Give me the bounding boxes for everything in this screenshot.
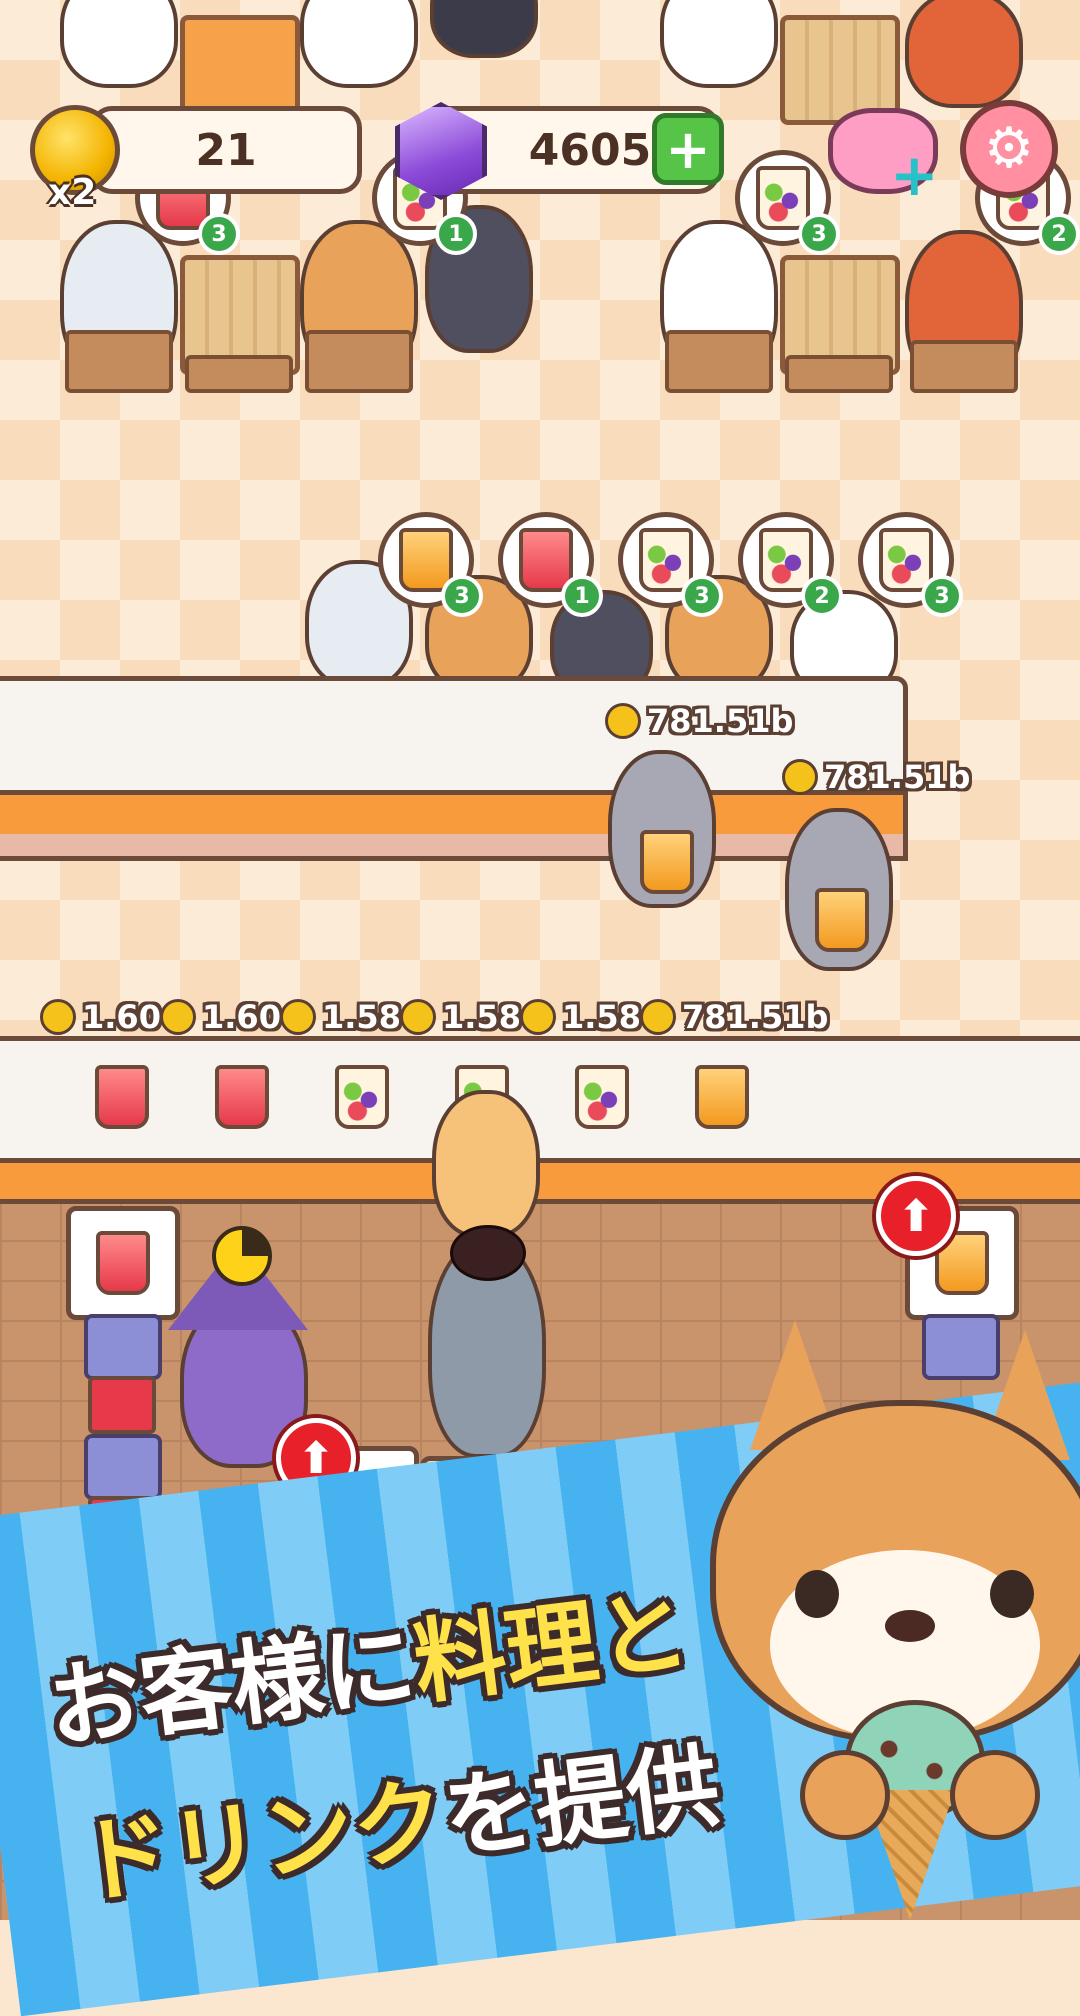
rabbit-customer[interactable] xyxy=(660,0,778,88)
shiba-mascot xyxy=(700,1320,1080,1920)
panda-customer[interactable] xyxy=(430,0,538,58)
mascot-paw xyxy=(950,1750,1040,1840)
coin-icon xyxy=(782,759,818,795)
paw-coin-amount: 21 xyxy=(195,124,257,176)
counter-price: 1.58 xyxy=(400,998,521,1036)
paw-coin-counter: 21 xyxy=(90,106,362,194)
coin-icon xyxy=(640,999,676,1035)
coin-icon xyxy=(160,999,196,1035)
counter-stripe xyxy=(0,790,908,840)
chair xyxy=(305,330,413,393)
counter-price: 1.60 xyxy=(160,998,281,1036)
order-count-badge: 3 xyxy=(441,575,483,617)
plus-icon: + xyxy=(890,141,939,209)
order-count-badge: 1 xyxy=(561,575,603,617)
order-count-badge: 3 xyxy=(198,213,240,255)
order-count-badge: 3 xyxy=(681,575,723,617)
multiplier-label: x2 xyxy=(48,172,97,213)
counter-price: 1.58 xyxy=(520,998,641,1036)
timer-icon xyxy=(212,1226,272,1286)
order-count-badge: 1 xyxy=(435,213,477,255)
juice-cup xyxy=(88,1376,156,1434)
rabbit-customer[interactable] xyxy=(60,0,178,88)
waiter-earning: 781.51b xyxy=(605,702,793,740)
fruit-drink-icon[interactable] xyxy=(335,1065,389,1129)
chair xyxy=(910,340,1018,393)
add-gems-button[interactable]: + xyxy=(652,113,724,185)
order-count-badge: 3 xyxy=(921,575,963,617)
order-count-badge: 2 xyxy=(801,575,843,617)
mascot-eye xyxy=(990,1570,1034,1618)
counter-price: 781.51b xyxy=(640,998,828,1036)
coin-icon xyxy=(40,999,76,1035)
coin-icon xyxy=(605,703,641,739)
mascot-eye xyxy=(795,1570,839,1618)
red-drink-icon[interactable] xyxy=(215,1065,269,1129)
chair xyxy=(185,355,293,393)
order-bubble: 3 xyxy=(735,150,840,255)
counter-base xyxy=(0,834,908,861)
orange-drink-icon xyxy=(815,888,869,952)
counter-price: 1.58 xyxy=(280,998,401,1036)
order-bubble: 3 xyxy=(858,512,963,617)
fruit-drink-icon[interactable] xyxy=(575,1065,629,1129)
chair xyxy=(665,330,773,393)
cat-shop-button[interactable]: + xyxy=(828,100,939,204)
coin-icon xyxy=(520,999,556,1035)
chair xyxy=(65,330,173,393)
upgrade-button[interactable]: ⬆ xyxy=(876,1176,956,1256)
order-count-badge: 2 xyxy=(1038,213,1080,255)
orange-drink-icon xyxy=(640,830,694,894)
juice-machine[interactable] xyxy=(84,1314,162,1380)
coin-icon xyxy=(280,999,316,1035)
juice-machine[interactable] xyxy=(84,1434,162,1500)
drink-station[interactable] xyxy=(66,1206,180,1320)
order-count-badge: 3 xyxy=(798,213,840,255)
settings-button[interactable]: ⚙ xyxy=(960,100,1058,198)
order-bubble: 1 xyxy=(498,512,603,617)
red-drink-icon xyxy=(96,1231,150,1295)
chair xyxy=(785,355,893,393)
counter-price: 1.60 xyxy=(40,998,161,1036)
coin-icon xyxy=(400,999,436,1035)
order-bubble: 2 xyxy=(738,512,843,617)
red-panda-customer[interactable] xyxy=(905,0,1023,108)
gem-amount: 4605 xyxy=(528,124,652,176)
kitchen-counter xyxy=(0,1036,1080,1166)
order-bubble: 3 xyxy=(378,512,483,617)
chef-hat-icon xyxy=(450,1225,526,1281)
orange-drink-icon[interactable] xyxy=(695,1065,749,1129)
rabbit-customer[interactable] xyxy=(300,0,418,88)
red-drink-icon[interactable] xyxy=(95,1065,149,1129)
gear-icon: ⚙ xyxy=(983,116,1035,181)
mascot-paw xyxy=(800,1750,890,1840)
waiter-earning: 781.51b xyxy=(782,758,970,796)
chef-cat-orange[interactable] xyxy=(432,1090,540,1238)
mascot-nose xyxy=(885,1610,935,1642)
order-bubble: 3 xyxy=(618,512,723,617)
